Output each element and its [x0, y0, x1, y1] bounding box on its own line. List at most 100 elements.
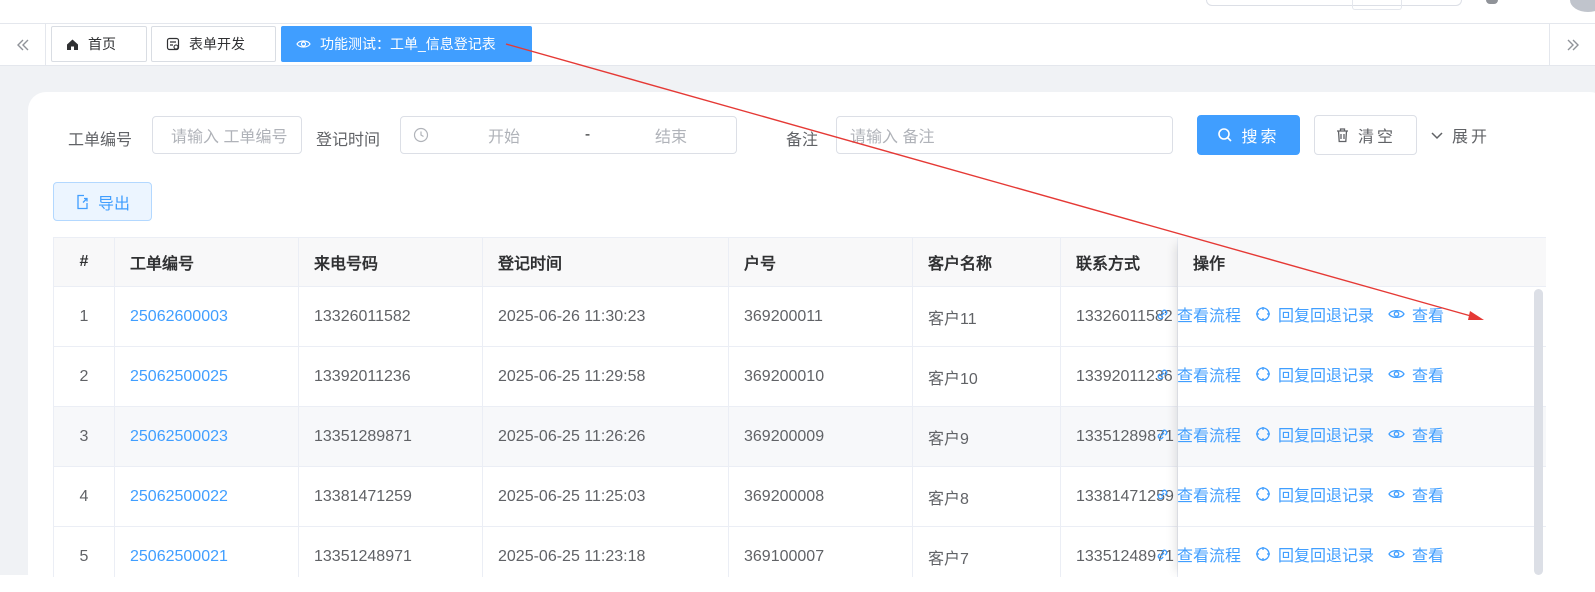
cell-index: 4	[54, 467, 115, 526]
header-search-inner	[1352, 0, 1402, 10]
view-button[interactable]: 查看	[1388, 362, 1444, 386]
clear-button[interactable]: 清空	[1314, 115, 1417, 155]
search-button[interactable]: 搜索	[1197, 115, 1300, 155]
reply-rollback-label: 回复回退记录	[1278, 308, 1375, 325]
cell-order-no-link[interactable]: 25062500021	[115, 527, 299, 577]
cell-phone: 13381471259	[299, 467, 483, 526]
order-no-label: 工单编号	[68, 132, 133, 149]
target-icon	[1255, 546, 1271, 562]
home-icon	[66, 38, 79, 51]
export-icon	[75, 194, 90, 210]
header-search-box[interactable]	[1206, 0, 1462, 6]
row-actions: 查看流程 回复回退记录 查看	[1155, 524, 1458, 584]
cell-time: 2025-06-25 11:25:03	[483, 467, 729, 526]
cell-time: 2025-06-25 11:29:58	[483, 347, 729, 406]
eye-icon	[1388, 488, 1405, 500]
tags-view-bar: 首页 表单开发 功能测试：工单_信息登记表	[0, 24, 1595, 66]
cell-account: 369100007	[729, 527, 913, 577]
view-flow-button[interactable]: 查看流程	[1155, 422, 1241, 446]
tab-form-dev[interactable]: 表单开发	[151, 26, 276, 62]
cell-order-no-link[interactable]: 25062500025	[115, 347, 299, 406]
col-phone: 来电号码	[299, 238, 483, 286]
view-button[interactable]: 查看	[1388, 482, 1444, 506]
tab-label: 功能测试：工单_信息登记表	[320, 36, 496, 52]
reply-rollback-button[interactable]: 回复回退记录	[1255, 482, 1374, 506]
link-icon	[1155, 487, 1170, 502]
tabs-scroll-right-icon[interactable]	[1549, 24, 1595, 65]
expand-button[interactable]: 展开	[1424, 115, 1496, 155]
order-no-placeholder: 请输入 工单编号	[171, 129, 288, 146]
cell-customer: 客户11	[913, 287, 1061, 346]
time-separator: -	[584, 126, 591, 143]
col-customer: 客户名称	[913, 238, 1061, 286]
cell-account: 369200008	[729, 467, 913, 526]
remark-label: 备注	[786, 132, 819, 149]
avatar[interactable]	[1568, 0, 1595, 14]
view-flow-label: 查看流程	[1177, 308, 1242, 325]
cell-phone: 13351248971	[299, 527, 483, 577]
cell-index: 1	[54, 287, 115, 346]
header-dropdown-icon[interactable]	[1486, 0, 1498, 4]
cell-index: 2	[54, 347, 115, 406]
view-flow-label: 查看流程	[1177, 548, 1242, 565]
chevron-down-icon	[1430, 128, 1444, 142]
link-icon	[1155, 547, 1170, 562]
view-label: 查看	[1412, 428, 1445, 445]
table-scrollbar[interactable]	[1534, 289, 1543, 575]
tabs-scroll-left-icon[interactable]	[0, 24, 46, 65]
tab-home[interactable]: 首页	[51, 26, 147, 62]
target-icon	[1255, 486, 1271, 502]
col-actions: 操作	[1193, 256, 1226, 273]
view-flow-button[interactable]: 查看流程	[1155, 362, 1241, 386]
cell-account: 369200010	[729, 347, 913, 406]
view-flow-label: 查看流程	[1177, 428, 1242, 445]
cell-order-no-link[interactable]: 25062500022	[115, 467, 299, 526]
cell-phone: 13351289871	[299, 407, 483, 466]
view-button[interactable]: 查看	[1388, 302, 1444, 326]
eye-icon	[1388, 368, 1405, 380]
link-icon	[1155, 367, 1170, 382]
col-account: 户号	[729, 238, 913, 286]
target-icon	[1255, 426, 1271, 442]
cell-order-no-link[interactable]: 25062600003	[115, 287, 299, 346]
tab-function-test[interactable]: 功能测试：工单_信息登记表	[281, 26, 532, 62]
cell-order-no-link[interactable]: 25062500023	[115, 407, 299, 466]
tab-label: 表单开发	[189, 36, 245, 52]
clear-button-label: 清空	[1357, 129, 1396, 146]
time-range-picker[interactable]: 开始 - 结束	[400, 116, 737, 154]
cell-phone: 13326011582	[299, 287, 483, 346]
form-icon	[166, 37, 180, 51]
link-icon	[1155, 307, 1170, 322]
reply-rollback-label: 回复回退记录	[1278, 368, 1375, 385]
clock-icon	[413, 127, 429, 143]
view-flow-button[interactable]: 查看流程	[1155, 542, 1241, 566]
reply-rollback-button[interactable]: 回复回退记录	[1255, 362, 1374, 386]
cell-customer: 客户7	[913, 527, 1061, 577]
view-button[interactable]: 查看	[1388, 422, 1444, 446]
remark-placeholder: 请输入 备注	[850, 129, 935, 146]
reply-rollback-button[interactable]: 回复回退记录	[1255, 302, 1374, 326]
export-button[interactable]: 导出	[53, 182, 152, 221]
view-label: 查看	[1412, 308, 1445, 325]
view-label: 查看	[1412, 548, 1445, 565]
view-flow-button[interactable]: 查看流程	[1155, 302, 1241, 326]
row-actions: 查看流程 回复回退记录 查看	[1155, 284, 1458, 344]
reply-rollback-label: 回复回退记录	[1278, 488, 1375, 505]
cell-index: 3	[54, 407, 115, 466]
view-flow-button[interactable]: 查看流程	[1155, 482, 1241, 506]
row-actions: 查看流程 回复回退记录 查看	[1155, 464, 1458, 524]
time-end-input[interactable]: 结束	[606, 123, 736, 147]
reply-rollback-button[interactable]: 回复回退记录	[1255, 422, 1374, 446]
cell-phone: 13392011236	[299, 347, 483, 406]
reply-rollback-button[interactable]: 回复回退记录	[1255, 542, 1374, 566]
view-button[interactable]: 查看	[1388, 542, 1444, 566]
col-order-no: 工单编号	[115, 238, 299, 286]
search-button-label: 搜索	[1241, 129, 1280, 146]
time-start-input[interactable]: 开始	[439, 123, 569, 147]
row-actions: 查看流程 回复回退记录 查看	[1155, 344, 1458, 404]
order-no-input[interactable]: 请输入 工单编号	[152, 116, 302, 154]
link-icon	[1155, 427, 1170, 442]
view-flow-label: 查看流程	[1177, 368, 1242, 385]
cell-customer: 客户9	[913, 407, 1061, 466]
remark-input[interactable]: 请输入 备注	[836, 116, 1173, 154]
